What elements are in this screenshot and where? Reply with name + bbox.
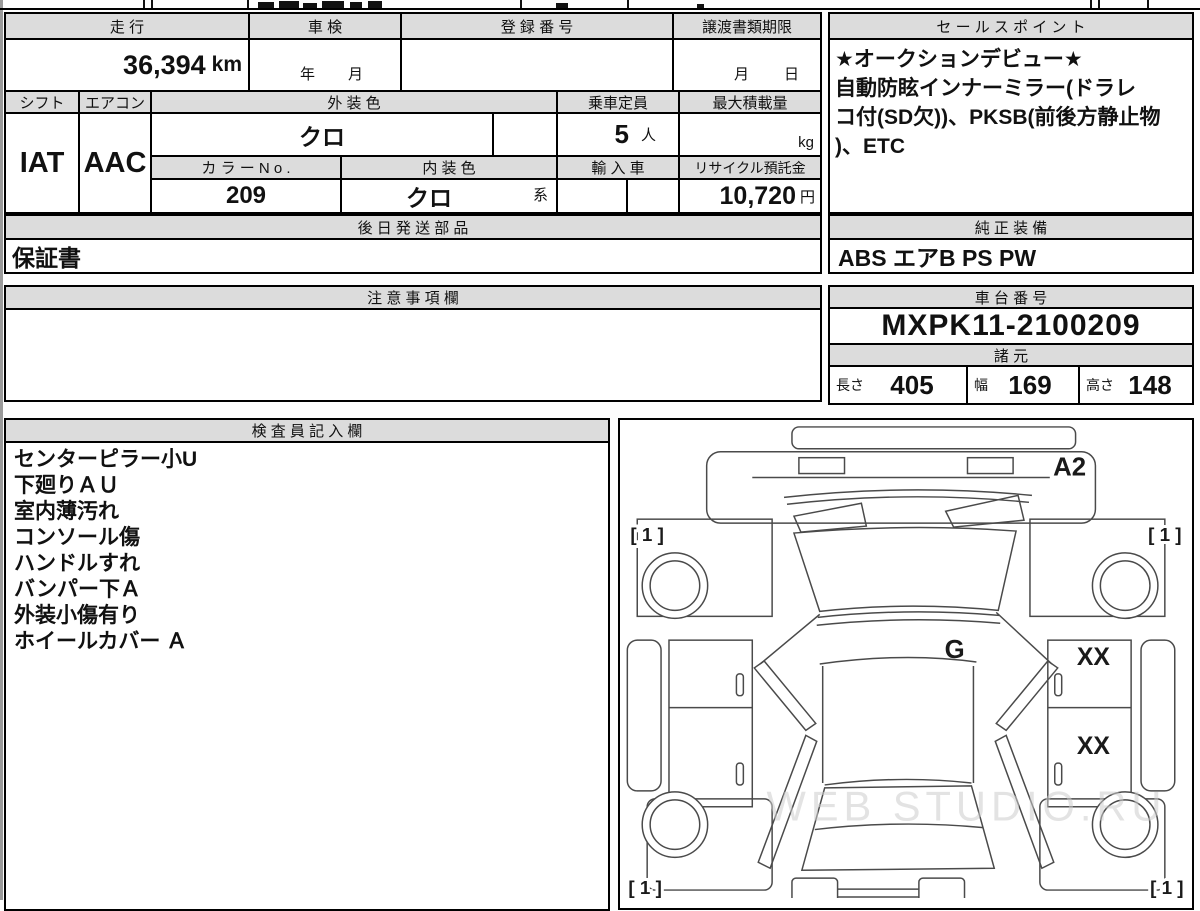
car-damage-diagram-svg: A2 [ 1 ] [ 1 ] G XX XX [ 1 ] [ 1 ] WEB S…	[625, 426, 1187, 898]
shaken-value-cell: 年 月	[248, 38, 402, 92]
transfer-deadline-cell: 月 日	[672, 38, 822, 92]
recycle-deposit-cell: 10,720 円	[678, 178, 822, 214]
spec-length-cell: 長さ 405	[828, 365, 968, 405]
front-bumper-mark: A2	[1053, 454, 1086, 482]
tire-rear-right-mark: [ 1 ]	[1150, 877, 1183, 898]
inspector-notes-box: センターピラー小U 下廻りＡＵ 室内薄汚れ コンソール傷 ハンドルすれ バンパー…	[4, 441, 610, 911]
windshield-mark: G	[945, 636, 965, 664]
spec-height-value: 148	[1128, 369, 1172, 400]
later-parts-header: 後 日 発 送 部 品	[4, 214, 822, 240]
spec-length-label: 長さ	[836, 377, 864, 393]
spec-width-cell: 幅 169	[966, 365, 1080, 405]
door-right-upper-mark: XX	[1077, 644, 1111, 671]
sales-point-line: )、ETC	[835, 135, 905, 158]
deadline-month-suffix: 月	[734, 66, 750, 83]
capacity-value: 5	[614, 119, 629, 149]
mileage-header: 走 行	[4, 12, 250, 40]
inspector-note: センターピラー小U	[14, 448, 198, 471]
capacity-unit: 人	[640, 127, 656, 144]
recycle-deposit-value: 10,720	[719, 181, 796, 210]
color-no-value: 209	[150, 178, 342, 214]
inspector-note: 室内薄汚れ	[14, 500, 119, 523]
inspector-note: 下廻りＡＵ	[14, 474, 119, 497]
mileage-value: 36,394	[123, 49, 206, 80]
chassis-no-header: 車 台 番 号	[828, 285, 1194, 309]
shaken-header: 車 検	[248, 12, 402, 40]
sales-point-box: ★オークションデビュー★ 自動防眩インナーミラー(ドラレ コ付(SD欠))、PK…	[828, 38, 1194, 214]
spec-height-label: 高さ	[1086, 377, 1114, 393]
equipment-value: ABS エアB PS PW	[828, 238, 1194, 274]
max-load-cell: kg	[678, 112, 822, 157]
aircon-header: エアコン	[78, 90, 152, 114]
spec-height-cell: 高さ 148	[1078, 365, 1194, 405]
inspector-note: 外装小傷有り	[14, 604, 140, 627]
interior-color-value: クロ	[406, 185, 452, 211]
aircon-value: AAC	[78, 112, 152, 214]
tire-front-right-mark: [ 1 ]	[1148, 524, 1181, 545]
chassis-no-value: MXPK11-2100209	[828, 307, 1194, 345]
mileage-unit: km	[211, 53, 242, 76]
tire-front-left-mark: [ 1 ]	[630, 524, 663, 545]
import-car-cell-1	[556, 178, 628, 214]
exterior-color-extra-cell	[492, 112, 558, 157]
recycle-deposit-unit: 円	[799, 188, 815, 206]
damage-diagram-box: A2 [ 1 ] [ 1 ] G XX XX [ 1 ] [ 1 ] WEB S…	[618, 418, 1194, 910]
interior-color-header: 内 装 色	[340, 155, 558, 180]
sales-point-header: セ ー ル ス ポ イ ン ト	[828, 12, 1194, 40]
registration-number-cell	[400, 38, 674, 92]
caution-header: 注 意 事 項 欄	[4, 285, 822, 310]
import-car-header: 輸 入 車	[556, 155, 680, 180]
tire-rear-left-mark: [ 1 ]	[628, 877, 661, 898]
spec-width-label: 幅	[974, 377, 988, 393]
interior-color-cell: クロ 系	[340, 178, 558, 214]
sales-point-line: コ付(SD欠))、PKSB(前後方静止物	[835, 106, 1161, 129]
interior-color-suffix: 系	[532, 187, 548, 204]
shift-header: シフト	[4, 90, 80, 114]
spec-width-value: 169	[1008, 369, 1052, 400]
divider	[0, 8, 1200, 10]
inspector-note: ハンドルすれ	[14, 552, 140, 575]
mileage-value-cell: 36,394 km	[4, 38, 250, 92]
exterior-color-header: 外 装 色	[150, 90, 558, 114]
inspector-notes-header: 検 査 員 記 入 欄	[4, 418, 610, 443]
recycle-deposit-header: リサイクル預託金	[678, 155, 822, 180]
watermark-text: WEB STUDIO.RU	[767, 783, 1167, 830]
spec-length-value: 405	[890, 369, 934, 400]
specs-header: 諸 元	[828, 343, 1194, 367]
inspector-note: コンソール傷	[14, 526, 140, 549]
import-car-cell-2	[626, 178, 680, 214]
inspector-note: ホイールカバー Ａ	[14, 630, 188, 653]
max-load-header: 最大積載量	[678, 90, 822, 114]
transfer-deadline-header: 譲渡書類期限	[672, 12, 822, 40]
registration-number-header: 登 録 番 号	[400, 12, 674, 40]
auction-sheet: { "sheet": { "mileage": {"label": "走 行",…	[0, 0, 1200, 911]
inspector-note: バンパー下Ａ	[14, 578, 142, 601]
door-right-lower-mark: XX	[1077, 733, 1111, 760]
caution-box	[4, 308, 822, 402]
max-load-unit: kg	[798, 134, 814, 151]
scan-edge	[0, 0, 3, 900]
sales-point-line: ★オークションデビュー★	[835, 48, 1083, 71]
shift-value: IAT	[4, 112, 80, 214]
capacity-header: 乗車定員	[556, 90, 680, 114]
capacity-value-cell: 5 人	[556, 112, 680, 157]
shaken-year-suffix: 年	[300, 66, 316, 83]
sales-point-line: 自動防眩インナーミラー(ドラレ	[835, 77, 1136, 100]
equipment-header: 純 正 装 備	[828, 214, 1194, 240]
deadline-day-suffix: 日	[784, 66, 800, 83]
color-no-header: カ ラ ー N o .	[150, 155, 342, 180]
later-parts-value: 保証書	[4, 238, 822, 274]
shaken-month-suffix: 月	[348, 66, 364, 83]
exterior-color-value: クロ	[150, 112, 494, 157]
